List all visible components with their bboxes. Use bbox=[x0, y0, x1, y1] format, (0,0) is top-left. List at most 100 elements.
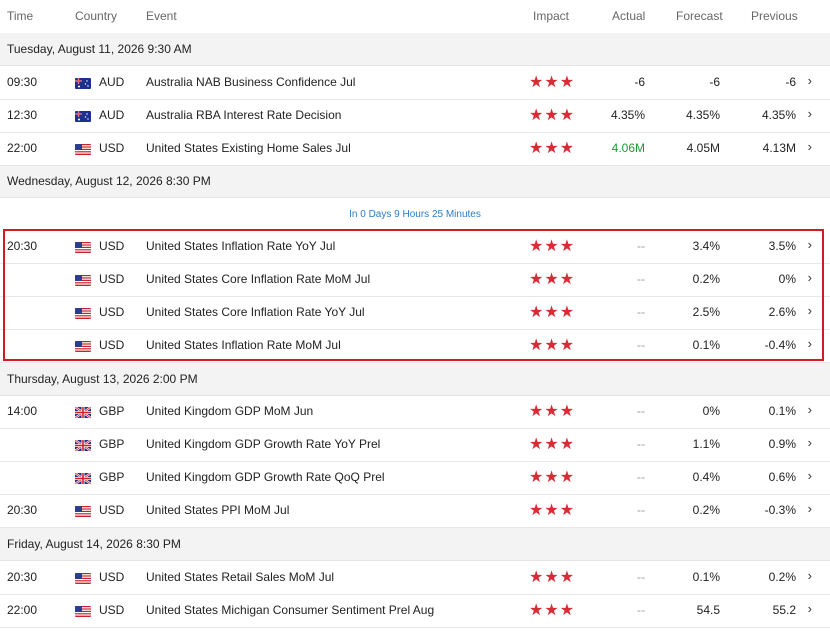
event-actual: -- bbox=[637, 503, 645, 517]
chevron-right-icon[interactable]: › bbox=[808, 270, 812, 285]
us-flag-icon bbox=[75, 275, 91, 286]
event-name: United States Existing Home Sales Jul bbox=[146, 141, 351, 155]
event-name: United Kingdom GDP Growth Rate YoY Prel bbox=[146, 437, 381, 451]
uk-flag-icon bbox=[75, 407, 91, 418]
event-forecast: 3.4% bbox=[692, 239, 720, 253]
event-previous: 0% bbox=[778, 272, 796, 286]
event-time: 20:30 bbox=[7, 570, 38, 584]
impact-stars-icon: ★★★ bbox=[529, 238, 576, 255]
event-currency: GBP bbox=[99, 404, 125, 418]
event-previous: 0.6% bbox=[768, 470, 796, 484]
impact-stars-icon: ★★★ bbox=[529, 569, 576, 586]
date-label: Thursday, August 13, 2026 2:00 PM bbox=[7, 372, 198, 386]
chevron-right-icon[interactable]: › bbox=[808, 237, 812, 252]
event-actual: -- bbox=[637, 272, 645, 286]
event-time: 22:00 bbox=[7, 603, 38, 617]
event-name: Australia NAB Business Confidence Jul bbox=[146, 75, 356, 89]
event-actual: -- bbox=[637, 239, 645, 253]
event-forecast: 0.4% bbox=[692, 470, 720, 484]
chevron-right-icon[interactable]: › bbox=[808, 468, 812, 483]
header-impact: Impact bbox=[533, 9, 570, 23]
event-actual: -6 bbox=[634, 75, 645, 89]
event-actual: 4.35% bbox=[610, 108, 645, 122]
event-name: United States PPI MoM Jul bbox=[146, 503, 290, 517]
event-row[interactable]: 20:30 USD United States PPI MoM Jul ★★★ -- 0.… bbox=[0, 494, 830, 528]
chevron-right-icon[interactable]: › bbox=[808, 501, 812, 516]
event-row[interactable]: 12:30 AUD Australia RBA Interest Rate Deci… bbox=[0, 99, 830, 133]
event-row[interactable]: USD United States Core Inflation Rate MoM… bbox=[0, 263, 830, 297]
event-name: United Kingdom GDP MoM Jun bbox=[146, 404, 314, 418]
chevron-right-icon[interactable]: › bbox=[808, 106, 812, 121]
uk-flag-icon bbox=[75, 473, 91, 484]
chevron-right-icon[interactable]: › bbox=[808, 601, 812, 616]
event-time: 20:30 bbox=[7, 239, 38, 253]
event-row[interactable]: 09:30 AUD Australia NAB Business Confidenc… bbox=[0, 66, 830, 100]
chevron-right-icon[interactable]: › bbox=[808, 303, 812, 318]
event-row[interactable]: 22:00 USD United States Michigan Consumer … bbox=[0, 594, 830, 628]
event-actual: -- bbox=[637, 470, 645, 484]
event-previous: -0.4% bbox=[764, 338, 796, 352]
event-name: United States Inflation Rate MoM Jul bbox=[146, 338, 341, 352]
event-row[interactable]: 22:00 USD United States Existing Home Sale… bbox=[0, 132, 830, 166]
event-name: United States Inflation Rate YoY Jul bbox=[146, 239, 336, 253]
header-time: Time bbox=[7, 9, 34, 23]
impact-stars-icon: ★★★ bbox=[529, 304, 576, 321]
event-name: United States Core Inflation Rate YoY Ju… bbox=[146, 305, 365, 319]
chevron-right-icon[interactable]: › bbox=[808, 568, 812, 583]
event-row[interactable]: GBP United Kingdom GDP Growth Rate YoY Pr… bbox=[0, 428, 830, 462]
event-row[interactable]: 20:30 USD United States Retail Sales MoM J… bbox=[0, 561, 830, 595]
event-name: United States Retail Sales MoM Jul bbox=[146, 570, 335, 584]
impact-stars-icon: ★★★ bbox=[529, 271, 576, 288]
chevron-right-icon[interactable]: › bbox=[808, 402, 812, 417]
event-row[interactable]: USD United States Inflation Rate MoM Jul ★… bbox=[0, 329, 830, 363]
event-actual: 4.06M bbox=[611, 141, 645, 155]
event-time: 12:30 bbox=[7, 108, 38, 122]
impact-stars-icon: ★★★ bbox=[529, 107, 576, 124]
event-forecast: 0.2% bbox=[692, 272, 720, 286]
event-previous: 55.2 bbox=[772, 603, 796, 617]
event-previous: 3.5% bbox=[768, 239, 796, 253]
us-flag-icon bbox=[75, 242, 91, 253]
event-row[interactable]: 20:30 USD United States Inflation Rate YoY… bbox=[0, 230, 830, 264]
event-row[interactable]: USD United States Core Inflation Rate YoY… bbox=[0, 296, 830, 330]
event-forecast: -6 bbox=[709, 75, 720, 89]
event-forecast: 0% bbox=[702, 404, 720, 418]
event-name: United States Core Inflation Rate MoM Ju… bbox=[146, 272, 371, 286]
chevron-right-icon[interactable]: › bbox=[808, 435, 812, 450]
chevron-right-icon[interactable]: › bbox=[808, 336, 812, 351]
event-time: 14:00 bbox=[7, 404, 38, 418]
event-previous: 0.2% bbox=[768, 570, 796, 584]
event-currency: USD bbox=[99, 503, 125, 517]
event-row[interactable]: 14:00 GBP United Kingdom GDP MoM Jun ★★★ -- 0… bbox=[0, 395, 830, 429]
event-previous: 2.6% bbox=[768, 305, 796, 319]
date-label: Wednesday, August 12, 2026 8:30 PM bbox=[7, 174, 211, 188]
chevron-right-icon[interactable]: › bbox=[808, 139, 812, 154]
event-actual: -- bbox=[637, 437, 645, 451]
date-label: Tuesday, August 11, 2026 9:30 AM bbox=[7, 42, 192, 56]
event-forecast: 0.1% bbox=[692, 338, 720, 352]
header-country: Country bbox=[75, 9, 118, 23]
event-forecast: 0.1% bbox=[692, 570, 720, 584]
chevron-right-icon[interactable]: › bbox=[808, 73, 812, 88]
au-flag-icon bbox=[75, 111, 91, 122]
event-currency: USD bbox=[99, 570, 125, 584]
event-time: 20:30 bbox=[7, 503, 38, 517]
event-currency: AUD bbox=[99, 108, 125, 122]
event-previous: 0.1% bbox=[768, 404, 796, 418]
event-previous: 4.13M bbox=[762, 141, 796, 155]
event-currency: USD bbox=[99, 305, 125, 319]
event-actual: -- bbox=[637, 305, 645, 319]
event-row[interactable]: GBP United Kingdom GDP Growth Rate QoQ Pr… bbox=[0, 461, 830, 495]
us-flag-icon bbox=[75, 308, 91, 319]
event-previous: 0.9% bbox=[768, 437, 796, 451]
event-actual: -- bbox=[637, 338, 645, 352]
date-group-header: Thursday, August 13, 2026 2:00 PM bbox=[0, 363, 830, 396]
us-flag-icon bbox=[75, 144, 91, 155]
event-name: Australia RBA Interest Rate Decision bbox=[146, 108, 342, 122]
event-forecast: 54.5 bbox=[696, 603, 720, 617]
event-forecast: 2.5% bbox=[692, 305, 720, 319]
date-group-header: Tuesday, August 11, 2026 9:30 AM bbox=[0, 33, 830, 66]
impact-stars-icon: ★★★ bbox=[529, 469, 576, 486]
event-currency: USD bbox=[99, 239, 125, 253]
au-flag-icon bbox=[75, 78, 91, 89]
